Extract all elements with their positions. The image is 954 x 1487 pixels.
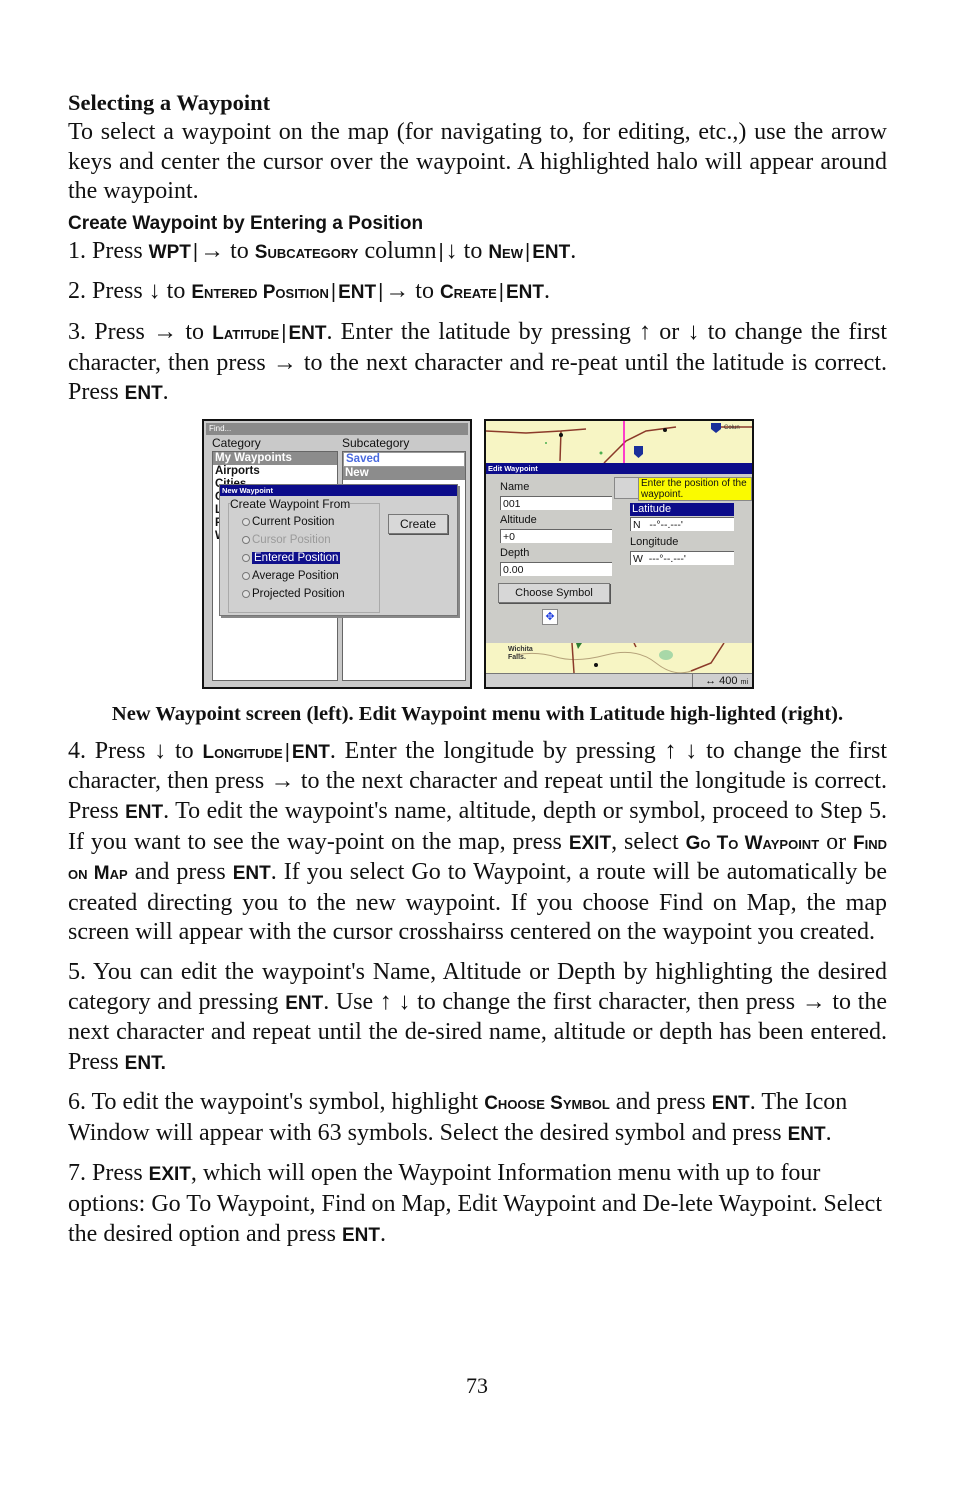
right-arrow-icon: → bbox=[270, 768, 295, 795]
right-arrow-icon: → bbox=[200, 237, 225, 264]
status-bar: ↔ 400 mi bbox=[486, 672, 752, 687]
option-entered-position[interactable]: Entered Position bbox=[242, 551, 341, 564]
down-arrow-icon: ↓ bbox=[445, 237, 458, 264]
new-waypoint-dialog: New Waypoint Create Waypoint From Curren… bbox=[219, 483, 458, 616]
radio-icon bbox=[242, 535, 250, 544]
down-arrow-icon: ↓ bbox=[687, 318, 700, 345]
step-1: 1. Press WPT |→ to Subcategory column |↓ t… bbox=[68, 237, 577, 264]
subcategory-label: Subcategory bbox=[342, 435, 410, 450]
option-average-position[interactable]: Average Position bbox=[242, 570, 339, 582]
option-projected-position[interactable]: Projected Position bbox=[242, 588, 345, 600]
key-ent: ENT bbox=[125, 801, 164, 823]
right-arrow-icon: → bbox=[385, 278, 410, 305]
manual-page: Selecting a Waypoint To select a waypoin… bbox=[68, 88, 887, 1250]
up-arrow-icon: ↑ bbox=[379, 988, 392, 1015]
option-cursor-position: Cursor Position bbox=[242, 534, 331, 546]
section-title: Selecting a Waypoint bbox=[68, 90, 271, 115]
menu-entered-position: Entered Position bbox=[191, 282, 329, 304]
edit-waypoint-dialog: Edit Waypoint Enter the position of the … bbox=[486, 462, 752, 643]
key-ent: ENT bbox=[288, 322, 327, 344]
dialog-title: Edit Waypoint bbox=[486, 462, 752, 474]
page-number: 73 bbox=[466, 1373, 488, 1398]
create-from-label: Create Waypoint From bbox=[230, 496, 351, 511]
step-6: 6. To edit the waypoint's symbol, highli… bbox=[68, 1089, 848, 1146]
down-arrow-icon: ↓ bbox=[154, 737, 167, 764]
menu-create: Create bbox=[439, 282, 497, 304]
key-ent: ENT bbox=[505, 282, 544, 304]
tooltip: Enter the position of the waypoint. bbox=[638, 476, 752, 501]
figure-caption: New Waypoint screen (left). Edit Waypoin… bbox=[111, 702, 844, 725]
key-ent: ENT bbox=[124, 383, 163, 405]
radio-selected-icon[interactable] bbox=[242, 553, 250, 562]
radio-icon[interactable] bbox=[242, 571, 250, 580]
key-ent: ENT bbox=[232, 863, 271, 885]
step-2: 2. Press ↓ to Entered Position | ENT |→ to … bbox=[68, 278, 550, 305]
waypoint-symbol-icon: ✥ bbox=[542, 608, 558, 625]
menu-latitude: Latitude bbox=[212, 322, 280, 344]
step-5: 5. You can edit the waypoint's Name, Alt… bbox=[68, 958, 888, 1075]
figure-row: Find... Category Subcategory My Waypoint… bbox=[68, 418, 887, 689]
key-ent: ENT. bbox=[124, 1052, 166, 1074]
latitude-field[interactable]: N --°--.---' bbox=[630, 516, 734, 531]
longitude-field[interactable]: W ---°--.---' bbox=[630, 550, 734, 565]
name-label: Name bbox=[500, 480, 530, 493]
right-arrow-icon: → bbox=[272, 349, 297, 376]
key-exit: EXIT bbox=[148, 1164, 191, 1186]
menu-longitude: Longitude bbox=[202, 741, 283, 763]
down-arrow-icon: ↓ bbox=[685, 737, 698, 764]
create-button[interactable]: Create bbox=[388, 513, 448, 534]
radio-icon[interactable] bbox=[242, 589, 250, 598]
name-field[interactable]: 001 bbox=[500, 495, 612, 510]
map-roads-top: Colun bbox=[486, 420, 752, 464]
choose-symbol-button[interactable]: Choose Symbol bbox=[498, 582, 610, 603]
key-ent: ENT bbox=[285, 992, 324, 1014]
radio-icon[interactable] bbox=[242, 517, 250, 526]
key-ent: ENT bbox=[291, 741, 330, 763]
down-arrow-icon: ↓ bbox=[398, 988, 411, 1015]
intro-paragraph: To select a waypoint on the map (for nav… bbox=[68, 119, 887, 205]
menu-choose-symbol: Choose Symbol bbox=[484, 1093, 610, 1115]
key-wpt: WPT bbox=[148, 241, 191, 263]
new-waypoint-screenshot: Find... Category Subcategory My Waypoint… bbox=[202, 418, 472, 689]
right-arrow-icon: → bbox=[801, 988, 826, 1015]
key-ent: ENT bbox=[787, 1123, 826, 1145]
key-ent: ENT bbox=[532, 241, 571, 263]
category-label: Category bbox=[212, 435, 261, 450]
find-window-title: Find... bbox=[206, 422, 468, 435]
up-arrow-icon: ↑ bbox=[639, 318, 652, 345]
svg-text:Colun: Colun bbox=[724, 425, 740, 431]
map-top: Colun bbox=[486, 420, 752, 464]
depth-field[interactable]: 0.00 bbox=[500, 561, 612, 576]
menu-go-to-waypoint: Go To Waypoint bbox=[685, 832, 820, 854]
map-scale: ↔ 400 mi bbox=[692, 673, 752, 687]
latitude-label[interactable]: Latitude bbox=[630, 502, 734, 516]
right-arrow-icon: → bbox=[153, 318, 178, 345]
down-arrow-icon: ↓ bbox=[148, 278, 161, 305]
subcategory-item-saved[interactable]: Saved bbox=[343, 451, 465, 467]
depth-label: Depth bbox=[500, 546, 530, 559]
town-label: Wichita Falls. bbox=[508, 645, 533, 661]
category-item[interactable]: My Waypoints bbox=[213, 451, 337, 465]
subsection-title: Create Waypoint by Entering a Position bbox=[68, 212, 424, 234]
key-exit: EXIT bbox=[568, 832, 612, 854]
subcategory-item-new[interactable]: New bbox=[343, 466, 465, 480]
key-ent: ENT bbox=[711, 1093, 750, 1115]
longitude-label: Longitude bbox=[630, 535, 679, 548]
menu-subcategory: Subcategory bbox=[254, 241, 359, 263]
step-4: 4. Press ↓ to Longitude | ENT. Enter the l… bbox=[68, 737, 888, 946]
option-current-position[interactable]: Current Position bbox=[242, 516, 334, 528]
edit-waypoint-screenshot: Colun Edit Waypoint Enter the position o… bbox=[484, 418, 754, 689]
step-7: 7. Press EXIT, which will open the Waypo… bbox=[68, 1160, 882, 1247]
up-arrow-icon: ↑ bbox=[664, 737, 677, 764]
altitude-field[interactable]: +0 bbox=[500, 528, 612, 543]
key-ent: ENT bbox=[341, 1224, 380, 1246]
dialog-title: New Waypoint bbox=[220, 484, 457, 496]
menu-new: New bbox=[488, 241, 523, 263]
key-ent: ENT bbox=[338, 282, 377, 304]
altitude-label: Altitude bbox=[500, 513, 537, 526]
category-item[interactable]: Airports bbox=[213, 465, 337, 478]
step-3: 3. Press → to Latitude | ENT. Enter the la… bbox=[68, 318, 888, 406]
map-bottom: Wichita Falls. bbox=[486, 642, 752, 674]
